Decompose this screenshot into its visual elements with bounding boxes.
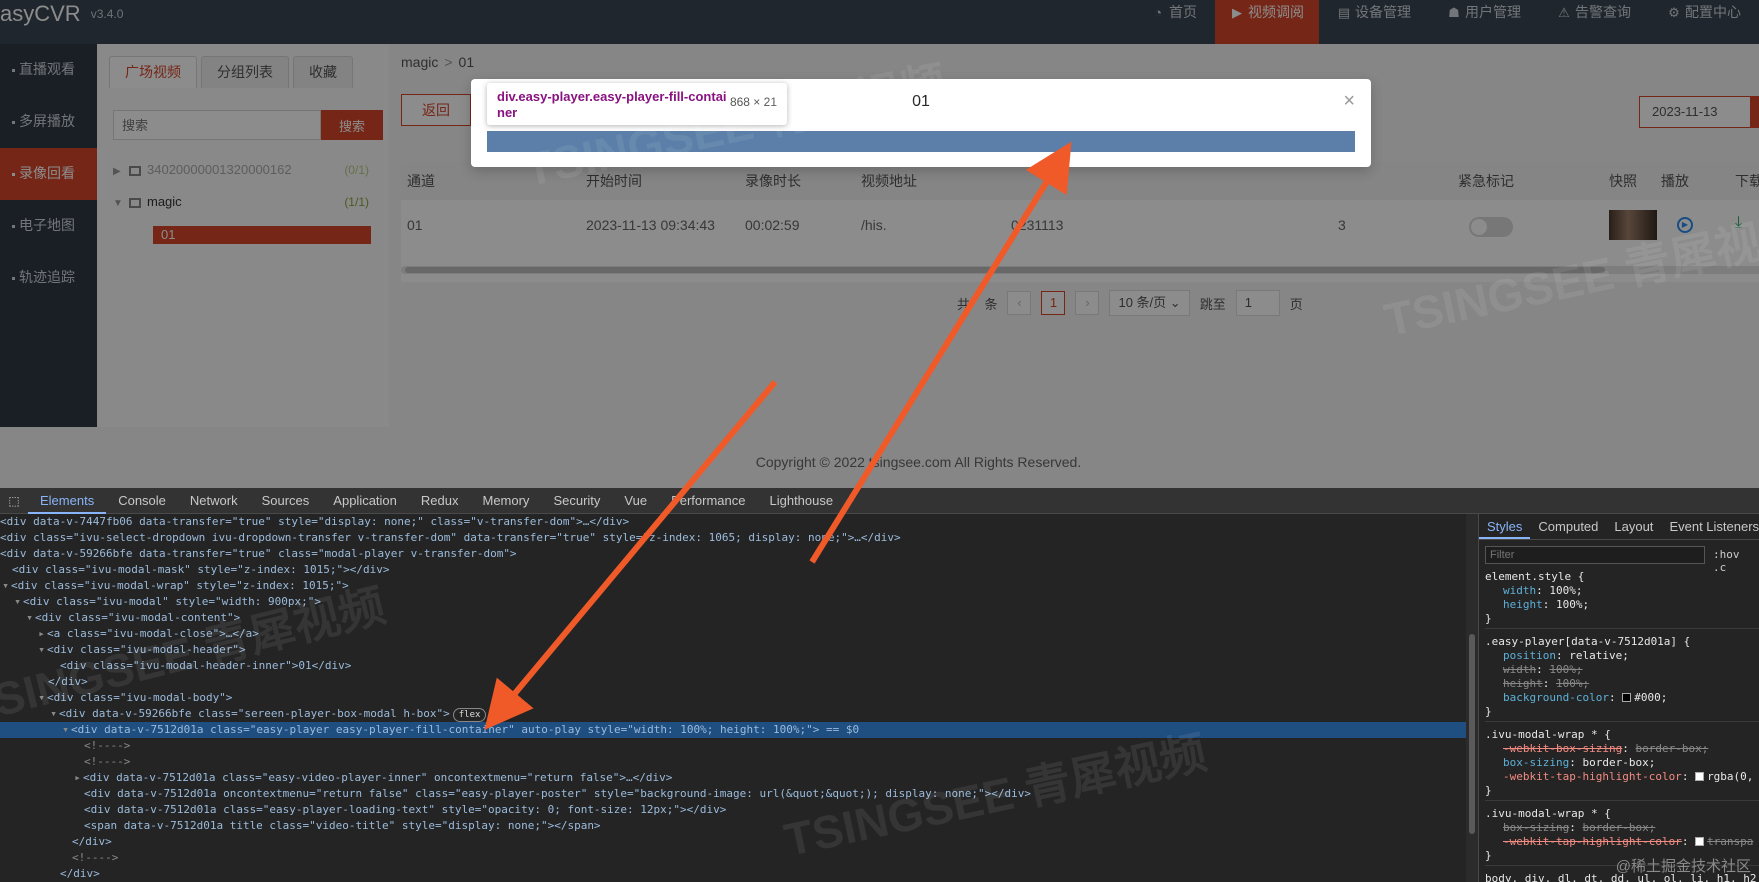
dom-line[interactable]: <!----> (0, 850, 1466, 866)
style-prop[interactable]: background-color: #000; (1485, 691, 1759, 705)
dom-tree-scrollbar[interactable] (1466, 514, 1478, 882)
style-prop-overridden[interactable]: -webkit-tap-highlight-color: transpa (1485, 835, 1759, 849)
color-swatch[interactable] (1695, 837, 1705, 846)
easy-player-container[interactable] (487, 131, 1355, 152)
tab-redux[interactable]: Redux (409, 488, 471, 514)
tab-styles[interactable]: Styles (1479, 514, 1531, 539)
expand-triangle-icon[interactable]: ▾ (36, 642, 47, 658)
style-prop-overridden[interactable]: height: 100%; (1485, 677, 1759, 691)
rule-close: } (1485, 784, 1492, 797)
inspector-tooltip: div.easy-player.easy-player-fill-contain… (487, 83, 787, 125)
tab-elements[interactable]: Elements (28, 488, 107, 514)
dom-line[interactable]: <div class="ivu-modal-header-inner">01</… (0, 658, 1466, 674)
devtools-tabs: ⬚ Elements Console Network Sources Appli… (0, 488, 1759, 514)
rule-selector[interactable]: .ivu-modal-wrap * { (1485, 807, 1759, 821)
tab-computed[interactable]: Computed (1530, 514, 1606, 539)
style-rules: element.style { width: 100%; height: 100… (1485, 570, 1759, 882)
dom-line[interactable]: ▾ <div class="ivu-modal" style="width: 90… (0, 594, 1466, 610)
expand-triangle-icon[interactable]: ▾ (36, 690, 47, 706)
tab-vue[interactable]: Vue (612, 488, 659, 514)
color-swatch[interactable] (1695, 772, 1705, 781)
rule-close: } (1485, 705, 1492, 718)
tab-application[interactable]: Application (321, 488, 409, 514)
app-window: asyCVR v3.4.0 ◔ 首页 ▶ 视频调阅 ▤ 设备管理 ☗ 用户管理 ⚠ 告警查询… (0, 0, 1759, 488)
expand-triangle-icon[interactable]: ▾ (60, 722, 71, 738)
dom-line[interactable]: ▾ <div data-v-59266bfe class="sereen-play… (0, 706, 1466, 722)
tab-console[interactable]: Console (106, 488, 178, 514)
expand-triangle-icon[interactable]: ▾ (0, 578, 11, 594)
style-rule: element.style { width: 100%; height: 100… (1485, 570, 1759, 629)
color-swatch[interactable] (1622, 693, 1632, 702)
dom-line[interactable]: </div> (0, 866, 1466, 882)
dom-tree: <div data-v-7447fb06 data-transfer="true… (0, 514, 1466, 882)
tab-lighthouse[interactable]: Lighthouse (757, 488, 845, 514)
tab-memory[interactable]: Memory (470, 488, 541, 514)
style-prop[interactable]: -webkit-tap-highlight-color: rgba(0, (1485, 770, 1759, 784)
close-icon[interactable]: × (1343, 91, 1355, 111)
dom-line[interactable]: ▾ <div class="ivu-modal-content"> (0, 610, 1466, 626)
dom-line[interactable]: <!----> (0, 754, 1466, 770)
dom-line[interactable]: <span data-v-7512d01a title class="video… (0, 818, 1466, 834)
tab-performance[interactable]: Performance (659, 488, 757, 514)
style-prop[interactable]: width: 100%; (1485, 584, 1759, 598)
rule-selector[interactable]: element.style { (1485, 570, 1759, 584)
tooltip-element-name: div.easy-player.easy-player-fill-contain… (497, 89, 727, 120)
dom-line[interactable]: <div data-v-7512d01a oncontextmenu="retu… (0, 786, 1466, 802)
flex-badge[interactable]: flex (452, 708, 487, 722)
tab-layout[interactable]: Layout (1606, 514, 1661, 539)
rule-close: } (1485, 612, 1492, 625)
styles-tabs: Styles Computed Layout Event Listeners (1479, 514, 1759, 540)
styles-filter-input[interactable] (1485, 546, 1705, 564)
dom-tree-scrollbar-thumb[interactable] (1469, 634, 1475, 834)
expand-triangle-icon[interactable]: ▾ (12, 594, 23, 610)
dom-line[interactable]: ▸ <div data-v-7512d01a class="easy-video-… (0, 770, 1466, 786)
collapse-triangle-icon[interactable]: ▸ (36, 626, 47, 642)
expand-triangle-icon[interactable]: ▾ (24, 610, 35, 626)
rule-selector[interactable]: .ivu-modal-wrap * { (1485, 728, 1759, 742)
dom-line[interactable]: <div class="ivu-select-dropdown ivu-drop… (0, 530, 1466, 546)
dom-line[interactable]: <div data-v-7447fb06 data-transfer="true… (0, 514, 1466, 530)
dom-line[interactable]: </div> (0, 834, 1466, 850)
style-rule: .easy-player[data-v-7512d01a] { position… (1485, 635, 1759, 722)
tooltip-element-size: 868 × 21 (729, 95, 777, 109)
style-prop[interactable]: position: relative; (1485, 649, 1759, 663)
style-prop-overridden[interactable]: -webkit-box-sizing: border-box; (1485, 742, 1759, 756)
dom-line[interactable]: ▾ <div class="ivu-modal-header"> (0, 642, 1466, 658)
tab-network[interactable]: Network (178, 488, 250, 514)
tab-security[interactable]: Security (541, 488, 612, 514)
dom-line-selected[interactable]: ▾ <div data-v-7512d01a class="easy-player… (0, 722, 1466, 738)
style-prop-overridden[interactable]: width: 100%; (1485, 663, 1759, 677)
player-modal: 01 × div.easy-player.easy-player-fill-co… (471, 79, 1371, 167)
tab-sources[interactable]: Sources (250, 488, 322, 514)
dom-line[interactable]: <div class="ivu-modal-mask" style="z-ind… (0, 562, 1466, 578)
dom-line[interactable]: <div data-v-59266bfe data-transfer="true… (0, 546, 1466, 562)
expand-triangle-icon[interactable]: ▾ (48, 706, 59, 722)
dom-line[interactable]: </div> (0, 674, 1466, 690)
dom-line[interactable]: ▾ <div class="ivu-modal-wrap" style="z-in… (0, 578, 1466, 594)
dom-line[interactable]: ▾ <div class="ivu-modal-body"> (0, 690, 1466, 706)
style-prop[interactable]: box-sizing: border-box; (1485, 756, 1759, 770)
style-rule: .ivu-modal-wrap * { -webkit-box-sizing: … (1485, 728, 1759, 801)
rule-selector[interactable]: .easy-player[data-v-7512d01a] { (1485, 635, 1759, 649)
dom-line[interactable]: <!----> (0, 738, 1466, 754)
devtools-panel: ⬚ Elements Console Network Sources Appli… (0, 488, 1759, 882)
modal-mask[interactable] (0, 0, 1759, 488)
inspect-icon[interactable]: ⬚ (0, 488, 28, 514)
style-prop-overridden[interactable]: box-sizing: border-box; (1485, 821, 1759, 835)
site-credit: @稀土掘金技术社区 (1615, 858, 1751, 875)
dom-line[interactable]: ▸ <a class="ivu-modal-close">…</a> (0, 626, 1466, 642)
tab-event-listeners[interactable]: Event Listeners (1661, 514, 1759, 539)
dom-line[interactable]: <div data-v-7512d01a class="easy-player-… (0, 802, 1466, 818)
collapse-triangle-icon[interactable]: ▸ (72, 770, 83, 786)
style-prop[interactable]: height: 100%; (1485, 598, 1759, 612)
styles-pane: Styles Computed Layout Event Listeners :… (1478, 514, 1759, 882)
